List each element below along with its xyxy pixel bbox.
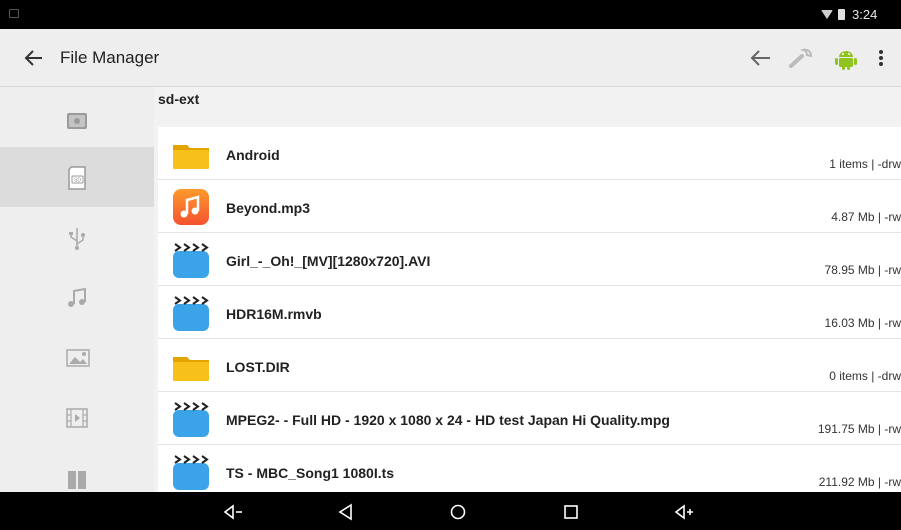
video-file-icon	[173, 455, 209, 490]
music-icon	[68, 287, 86, 307]
image-icon	[66, 349, 90, 367]
app-bar: File Manager	[0, 29, 901, 87]
file-meta: 16.03 Mb | -rw	[824, 316, 901, 330]
file-row[interactable]: LOST.DIR 0 items | -drw	[158, 339, 901, 392]
file-list: Android 1 items | -drw Beyond.mp3 4.87 M…	[158, 127, 901, 492]
sd-card-label: SD	[74, 178, 81, 184]
file-name: TS - MBC_Song1 1080I.ts	[226, 465, 395, 481]
recents-nav-icon[interactable]	[560, 501, 582, 523]
sd-card-icon: SD	[68, 166, 86, 190]
battery-icon	[838, 9, 845, 20]
video-file-icon	[173, 402, 209, 437]
file-name: HDR16M.rmvb	[226, 306, 322, 322]
file-meta: 1 items | -drw	[829, 157, 901, 171]
android-icon[interactable]	[832, 44, 860, 72]
app-title: File Manager	[60, 48, 160, 67]
video-icon	[66, 408, 88, 428]
status-bar: 3:24	[0, 0, 901, 29]
navigation-bar	[0, 492, 901, 530]
file-meta: 78.95 Mb | -rw	[824, 263, 901, 277]
file-name: Beyond.mp3	[226, 200, 311, 216]
music-file-icon	[173, 189, 209, 225]
file-row[interactable]: MPEG2- - Full HD - 1920 x 1080 x 24 - HD…	[158, 392, 901, 445]
folder-icon	[173, 357, 209, 381]
file-name: Girl_-_Oh!_[MV][1280x720].AVI	[226, 253, 431, 269]
sidebar-item-usb[interactable]	[0, 207, 154, 267]
file-row[interactable]: Beyond.mp3 4.87 Mb | -rw	[158, 180, 901, 233]
file-name: Android	[226, 147, 280, 163]
file-name: LOST.DIR	[226, 359, 290, 375]
file-meta: 191.75 Mb | -rw	[817, 422, 901, 436]
video-file-icon	[173, 243, 209, 278]
folder-icon	[173, 145, 209, 169]
current-path: sd-ext	[158, 91, 200, 107]
file-row[interactable]: Girl_-_Oh!_[MV][1280x720].AVI 78.95 Mb |…	[158, 233, 901, 286]
status-time: 3:24	[852, 7, 878, 22]
notification-icon	[9, 9, 19, 18]
file-meta: 4.87 Mb | -rw	[831, 210, 901, 224]
video-file-icon	[173, 296, 209, 331]
sidebar-item-videos[interactable]	[0, 387, 154, 447]
sidebar-item-books[interactable]	[0, 447, 154, 492]
navigate-back-icon[interactable]	[746, 44, 774, 72]
file-row[interactable]: Android 1 items | -drw	[158, 127, 901, 180]
back-nav-icon[interactable]	[335, 501, 357, 523]
book-icon	[68, 471, 86, 489]
sidebar-item-sd-card[interactable]: SD	[0, 147, 154, 207]
sidebar-item-music[interactable]	[0, 267, 154, 327]
wifi-icon	[821, 10, 833, 19]
home-nav-icon[interactable]	[447, 501, 469, 523]
wrench-icon[interactable]	[787, 44, 815, 72]
sidebar-item-images[interactable]	[0, 327, 154, 387]
drive-icon	[67, 113, 87, 129]
file-name: MPEG2- - Full HD - 1920 x 1080 x 24 - HD…	[226, 412, 670, 428]
overflow-menu-icon[interactable]	[867, 44, 895, 72]
file-meta: 0 items | -drw	[829, 369, 901, 383]
storage-sidebar: SD	[0, 87, 154, 492]
usb-icon	[69, 228, 85, 250]
volume-up-icon[interactable]	[673, 501, 695, 523]
volume-down-icon[interactable]	[222, 501, 244, 523]
file-meta: 211.92 Mb | -rw	[818, 475, 901, 489]
file-row[interactable]: HDR16M.rmvb 16.03 Mb | -rw	[158, 286, 901, 339]
file-row[interactable]: TS - MBC_Song1 1080I.ts 211.92 Mb | -rw	[158, 445, 901, 492]
sidebar-item-internal-storage[interactable]	[0, 87, 154, 147]
back-arrow-icon[interactable]	[22, 46, 46, 70]
